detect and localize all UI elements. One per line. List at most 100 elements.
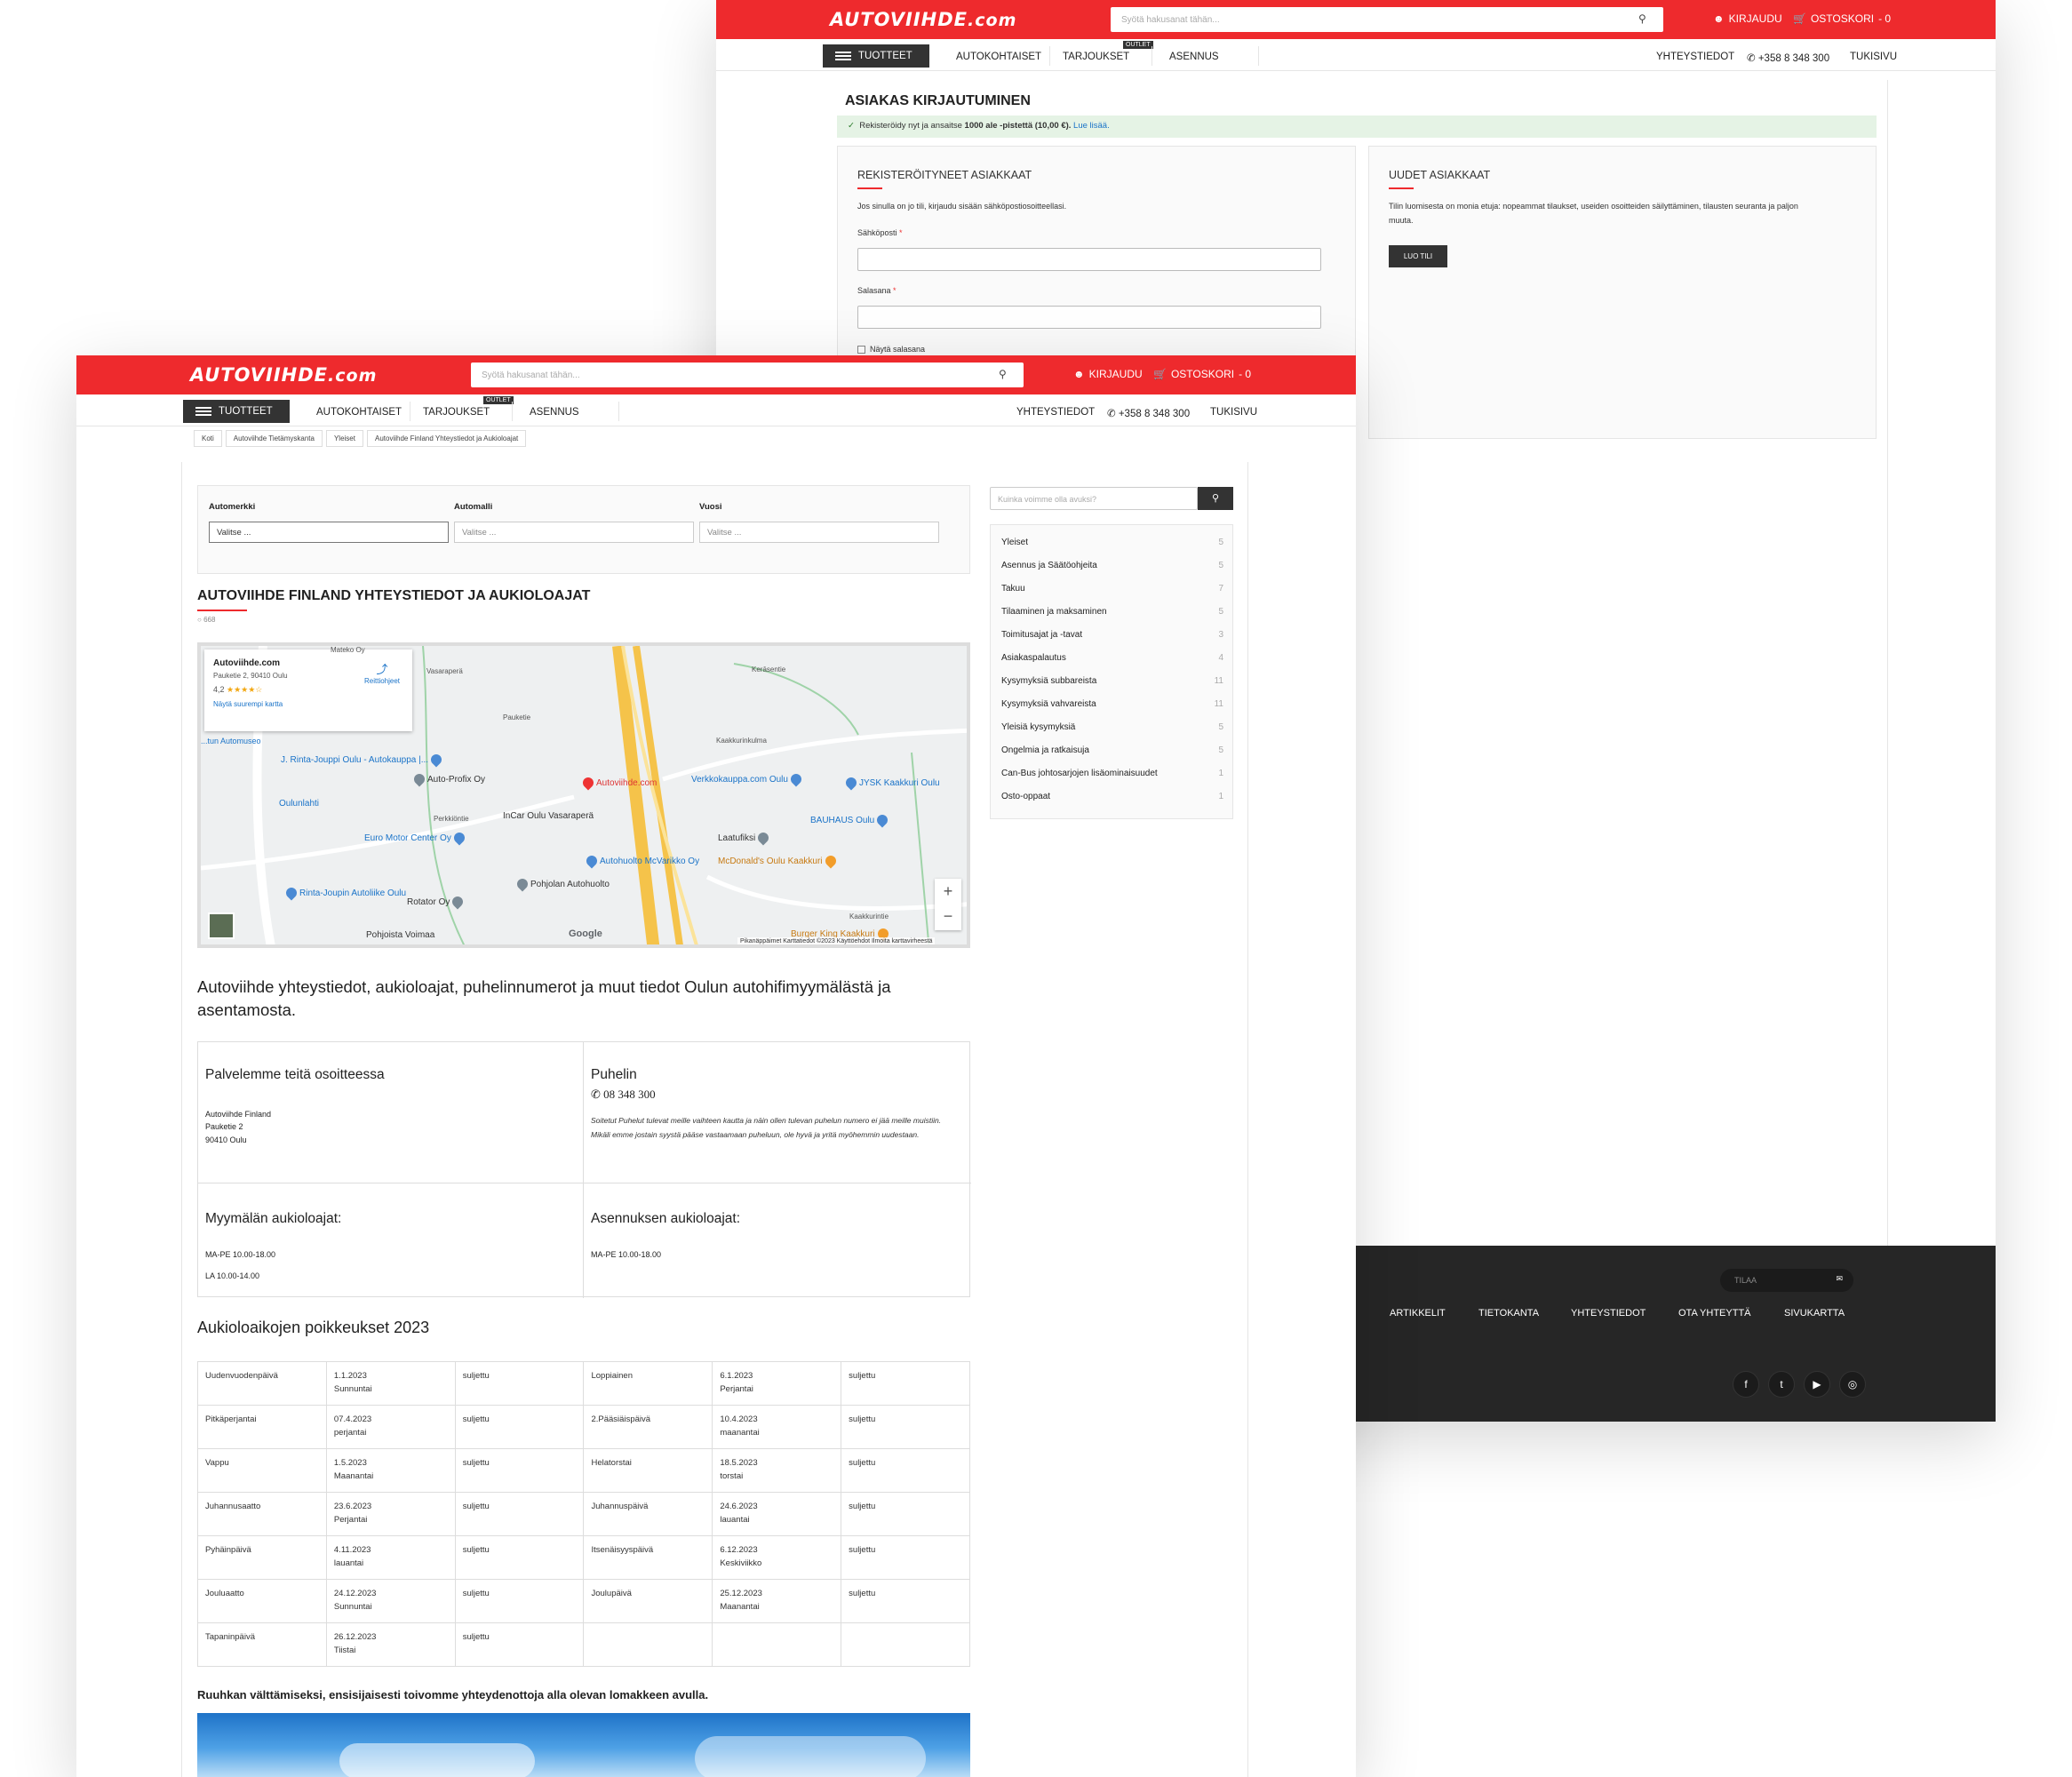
kb-category-item[interactable]: Yleisiä kysymyksiä 5 bbox=[1001, 722, 1223, 732]
map-marker[interactable]: Autohuolto McVarikko Oy bbox=[584, 853, 699, 869]
automalli-select[interactable]: Valitse ... bbox=[454, 522, 694, 543]
nav-tuotteet[interactable]: TUOTTEET bbox=[183, 400, 290, 423]
map-marker-autoviihde[interactable]: Autoviihde.com bbox=[580, 775, 657, 791]
map-marker[interactable]: Euro Motor Center Oy bbox=[364, 830, 467, 846]
table-row: Vappu 1.5.2023 Maanantai suljettu Helatorsta… bbox=[197, 1448, 970, 1493]
kb-category-item[interactable]: Kysymyksiä vahvareista 11 bbox=[1001, 699, 1223, 709]
nav-yhteystiedot[interactable]: YHTEYSTIEDOT bbox=[1016, 407, 1095, 418]
zoom-out-icon[interactable]: − bbox=[944, 907, 953, 925]
search-icon[interactable]: ⚲ bbox=[1638, 12, 1651, 25]
map-marker[interactable]: Auto-Profix Oy bbox=[411, 771, 485, 787]
nav-tarjoukset[interactable]: TARJOUKSET bbox=[423, 407, 490, 418]
nav-tarjoukset[interactable]: TARJOUKSET bbox=[1063, 52, 1129, 62]
map-marker[interactable]: JYSK Kaakkuri Oulu bbox=[843, 775, 940, 791]
kb-category-label: Yleiset bbox=[1001, 538, 1029, 547]
kb-category-item[interactable]: Tilaaminen ja maksaminen 5 bbox=[1001, 607, 1223, 617]
nav-phone[interactable]: ✆ +358 8 348 300 bbox=[1107, 407, 1190, 419]
cart-icon: 🛒 bbox=[1153, 368, 1167, 380]
nav-asennus[interactable]: ASENNUS bbox=[530, 407, 579, 418]
create-account-button[interactable]: LUO TILI bbox=[1389, 245, 1447, 267]
site-logo[interactable]: AUTOVIIHDE.com bbox=[190, 364, 377, 386]
map-zoom-controls[interactable]: + − bbox=[935, 879, 961, 930]
table-cell: suljettu bbox=[841, 1361, 970, 1406]
map-satellite-toggle[interactable] bbox=[208, 912, 235, 939]
show-password-checkbox[interactable] bbox=[857, 346, 865, 354]
nav-tuotteet[interactable]: TUOTTEET bbox=[823, 44, 929, 68]
phone-number[interactable]: ✆ 08 348 300 bbox=[591, 1088, 656, 1102]
kb-category-item[interactable]: Kysymyksiä subbareista 11 bbox=[1001, 676, 1223, 686]
nav-autokohtaiset[interactable]: AUTOKOHTAISET bbox=[316, 407, 402, 418]
footer-link-yhteystiedot[interactable]: YHTEYSTIEDOT bbox=[1571, 1308, 1646, 1319]
google-map[interactable]: Autoviihde.com Pauketie 2, 90410 Oulu 4,… bbox=[197, 642, 970, 948]
kb-category-item[interactable]: Takuu 7 bbox=[1001, 584, 1223, 594]
map-marker[interactable]: Pohjolan Autohuolto bbox=[514, 876, 610, 892]
nav-tukisivu[interactable]: TUKISIVU bbox=[1210, 407, 1257, 418]
map-marker[interactable]: BAUHAUS Oulu bbox=[810, 812, 890, 828]
search-input[interactable]: Syötä hakusanat tähän... ⚲ bbox=[471, 363, 1024, 387]
kb-category-item[interactable]: Asiakaspalautus 4 bbox=[1001, 653, 1223, 663]
newsletter-input[interactable]: TILAA ✉ bbox=[1720, 1269, 1853, 1292]
zoom-in-icon[interactable]: + bbox=[944, 882, 953, 900]
notice-link[interactable]: Lue lisää. bbox=[1073, 121, 1110, 131]
nav-tukisivu[interactable]: TUKISIVU bbox=[1850, 52, 1897, 62]
map-marker[interactable]: J. Rinta-Jouppi Oulu - Autokauppa |... bbox=[281, 752, 444, 768]
table-row: Juhannusaatto 23.6.2023 Perjantai suljettu J… bbox=[197, 1492, 970, 1536]
kb-category-label: Can-Bus johtosarjojen lisäominaisuudet bbox=[1001, 769, 1158, 778]
breadcrumb-item[interactable]: Autoviihde Tietämyskanta bbox=[225, 430, 323, 447]
password-field[interactable] bbox=[857, 306, 1321, 329]
map-marker[interactable]: McDonald's Oulu Kaakkuri bbox=[718, 853, 839, 869]
kb-category-item[interactable]: Osto-oppaat 1 bbox=[1001, 792, 1223, 801]
kb-search-button[interactable]: ⚲ bbox=[1198, 487, 1233, 510]
search-input[interactable]: Syötä hakusanat tähän... ⚲ bbox=[1111, 7, 1663, 32]
address-line: Autoviihde Finland bbox=[205, 1110, 272, 1119]
mail-icon[interactable]: ✉ bbox=[1836, 1274, 1843, 1284]
youtube-icon[interactable]: ▶ bbox=[1804, 1371, 1830, 1398]
kb-category-item[interactable]: Toimitusajat ja -tavat 3 bbox=[1001, 630, 1223, 640]
table-cell: 6.1.2023 Perjantai bbox=[712, 1361, 842, 1406]
twitter-icon[interactable]: t bbox=[1768, 1371, 1795, 1398]
login-link[interactable]: ☻ KIRJAUDU bbox=[1073, 368, 1143, 380]
kb-search-input[interactable]: Kuinka voimme olla avuksi? bbox=[990, 487, 1198, 510]
map-marker[interactable]: Rotator Oy bbox=[407, 894, 466, 910]
footer-link-sivukartta[interactable]: SIVUKARTTA bbox=[1784, 1308, 1845, 1319]
site-logo[interactable]: AUTOVIIHDE.com bbox=[830, 9, 1016, 30]
contact-form-note: Ruuhkan välttämiseksi, ensisijaisesti to… bbox=[197, 1688, 709, 1701]
kb-category-item[interactable]: Yleiset 5 bbox=[1001, 538, 1223, 547]
kb-category-item[interactable]: Ongelmia ja ratkaisuja 5 bbox=[1001, 745, 1223, 755]
login-link[interactable]: ☻ KIRJAUDU bbox=[1713, 12, 1782, 25]
kb-category-item[interactable]: Can-Bus johtosarjojen lisäominaisuudet 1 bbox=[1001, 769, 1223, 778]
instagram-icon[interactable]: ◎ bbox=[1839, 1371, 1866, 1398]
vuosi-select[interactable]: Valitse ... bbox=[699, 522, 939, 543]
cell-text: Maanantai bbox=[720, 1602, 760, 1612]
table-cell: 10.4.2023 maanantai bbox=[712, 1405, 842, 1449]
footer-link-artikkelit[interactable]: ARTIKKELIT bbox=[1390, 1308, 1446, 1319]
map-marker[interactable]: Oulunlahti bbox=[279, 799, 319, 809]
map-marker[interactable]: InCar Oulu Vasaraperä bbox=[503, 811, 594, 821]
kb-category-item[interactable]: Asennus ja Säätöohjeita 5 bbox=[1001, 561, 1223, 570]
table-cell: 24.12.2023 Sunnuntai bbox=[325, 1579, 456, 1623]
breadcrumb-item[interactable]: Koti bbox=[194, 430, 222, 447]
map-marker[interactable]: Pohjoista Voimaa bbox=[366, 930, 434, 940]
footer-link-ota-yhteytta[interactable]: OTA YHTEYTTÄ bbox=[1678, 1308, 1751, 1319]
cell-text: Itsenäisyyspäivä bbox=[591, 1545, 654, 1555]
automerkki-select[interactable]: Valitse ... bbox=[209, 522, 449, 543]
nav-asennus[interactable]: ASENNUS bbox=[1169, 52, 1219, 62]
cart-link[interactable]: 🛒 OSTOSKORI - 0 bbox=[1153, 368, 1251, 380]
nav-autokohtaiset[interactable]: AUTOKOHTAISET bbox=[956, 52, 1041, 62]
footer-link-tietokanta[interactable]: TIETOKANTA bbox=[1478, 1308, 1539, 1319]
nav-phone[interactable]: ✆ +358 8 348 300 bbox=[1747, 52, 1829, 64]
table-cell: Joulupäivä bbox=[583, 1579, 713, 1623]
breadcrumb-item[interactable]: Yleiset bbox=[325, 430, 363, 447]
email-field[interactable] bbox=[857, 248, 1321, 271]
map-marker[interactable]: Laatufiksi bbox=[718, 830, 771, 846]
larger-map-link[interactable]: Näytä suurempi kartta bbox=[213, 700, 403, 708]
search-icon[interactable]: ⚲ bbox=[999, 368, 1011, 380]
facebook-icon[interactable]: f bbox=[1733, 1371, 1759, 1398]
map-marker[interactable]: Rinta-Joupin Autoliike Oulu bbox=[283, 885, 406, 901]
cart-link[interactable]: 🛒 OSTOSKORI - 0 bbox=[1793, 12, 1891, 25]
directions-link[interactable]: ⤴ Reittiohjeet bbox=[364, 660, 400, 685]
kb-category-count: 4 bbox=[1218, 653, 1223, 663]
cell-text: suljettu bbox=[849, 1589, 876, 1598]
map-marker[interactable]: Verkkokauppa.com Oulu bbox=[691, 771, 804, 787]
nav-yhteystiedot[interactable]: YHTEYSTIEDOT bbox=[1656, 52, 1734, 62]
